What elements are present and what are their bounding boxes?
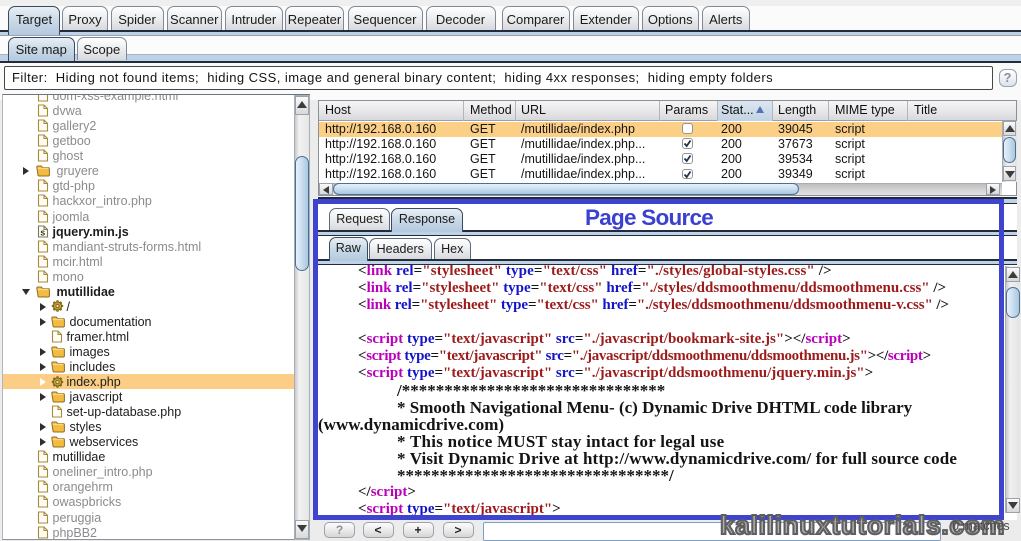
svg-text:s: s xyxy=(40,227,45,237)
